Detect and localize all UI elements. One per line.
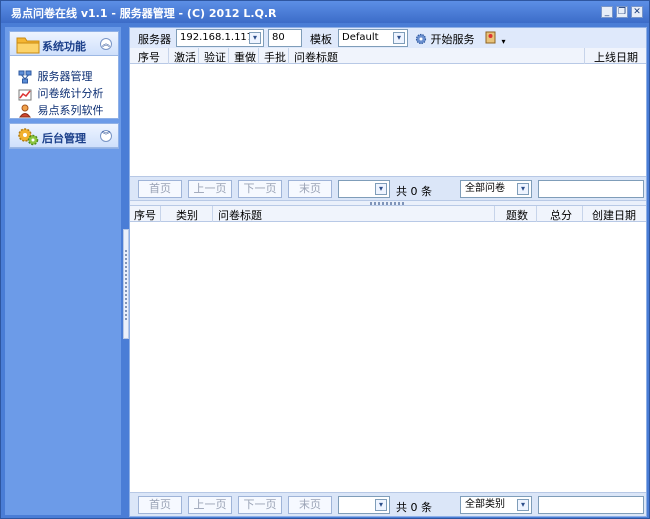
col-header[interactable]: 序号 xyxy=(138,49,160,65)
template-label: 模板 xyxy=(310,33,332,46)
col-header[interactable]: 题数 xyxy=(506,207,528,223)
menu-item-label: 问卷统计分析 xyxy=(37,87,104,100)
close-button[interactable]: ✕ xyxy=(631,6,643,18)
record-count: 共 0 条 xyxy=(396,185,432,198)
dropdown-arrow-icon: ▾ xyxy=(501,37,506,46)
toolbar: 服务器 192.168.1.117 ▾ 80 模板 Default ▾ 开始服务 xyxy=(130,28,646,48)
prev-page-button[interactable]: 上一页 xyxy=(188,496,232,514)
panel-title: 系统功能 xyxy=(42,40,86,53)
chevron-down-icon[interactable]: ▾ xyxy=(375,499,387,511)
filter-value: 全部类别 xyxy=(465,499,505,510)
start-service-button[interactable]: 开始服务 xyxy=(415,31,475,47)
panel-header-admin[interactable]: 后台管理 ︾ xyxy=(10,124,118,148)
server-ip-field[interactable]: 192.168.1.117 ▾ xyxy=(176,29,264,47)
menu-item-survey-analysis[interactable]: 问卷统计分析 xyxy=(18,85,104,101)
chevron-down-icon[interactable]: ▾ xyxy=(393,32,405,44)
col-header[interactable]: 上线日期 xyxy=(594,49,638,65)
page-select[interactable]: ▾ xyxy=(338,496,390,514)
prev-page-button[interactable]: 上一页 xyxy=(188,180,232,198)
template-value: Default xyxy=(342,32,379,43)
start-service-label: 开始服务 xyxy=(430,33,475,46)
upper-grid-header: 序号 激活 验证 重做 手批 问卷标题 上线日期 xyxy=(130,48,646,64)
chevron-up-icon[interactable]: ︽ xyxy=(100,38,112,50)
filter-value: 全部问卷 xyxy=(465,183,505,194)
next-page-button[interactable]: 下一页 xyxy=(238,496,282,514)
menu-item-label: 易点系列软件 xyxy=(37,104,104,117)
upper-grid-body[interactable] xyxy=(130,65,646,175)
col-header[interactable]: 激活 xyxy=(174,49,196,65)
menu-item-software-series[interactable]: 易点系列软件 xyxy=(18,102,104,118)
lower-grid-body[interactable] xyxy=(130,223,646,491)
folder-icon xyxy=(16,37,40,54)
last-page-button[interactable]: 末页 xyxy=(288,180,332,198)
minimize-button[interactable]: _ xyxy=(601,6,613,18)
survey-filter-select[interactable]: 全部问卷 ▾ xyxy=(460,180,532,198)
record-count: 共 0 条 xyxy=(396,501,432,514)
person-icon xyxy=(19,104,31,118)
col-header[interactable]: 类别 xyxy=(176,207,198,223)
main-content: 服务器 192.168.1.117 ▾ 80 模板 Default ▾ 开始服务 xyxy=(129,27,647,517)
user-menu-button[interactable]: ▾ xyxy=(484,30,506,47)
gears-icon xyxy=(18,128,39,146)
menu-item-label: 服务器管理 xyxy=(37,70,93,83)
chevron-down-icon[interactable]: ▾ xyxy=(517,183,529,195)
upper-pager: 首页 上一页 下一页 末页 ▾ 共 0 条 全部问卷 ▾ xyxy=(130,176,646,200)
sidebar: 系统功能 ︽ 服务器管理 问卷统计分析 易点系列软件 后台管理 ︾ xyxy=(5,27,121,515)
template-select[interactable]: Default ▾ xyxy=(338,29,408,47)
search-input[interactable] xyxy=(538,496,644,514)
window-title: 易点问卷在线 v1.1 - 服务器管理 - (C) 2012 L.Q.R xyxy=(11,7,277,20)
panel-title: 后台管理 xyxy=(42,132,86,145)
col-header[interactable]: 序号 xyxy=(134,207,156,223)
chevron-down-icon[interactable]: ▾ xyxy=(517,499,529,511)
col-header[interactable]: 验证 xyxy=(204,49,226,65)
server-label: 服务器 xyxy=(138,33,171,46)
first-page-button[interactable]: 首页 xyxy=(138,496,182,514)
port-value: 80 xyxy=(272,32,285,43)
next-page-button[interactable]: 下一页 xyxy=(238,180,282,198)
col-header[interactable]: 问卷标题 xyxy=(294,49,338,65)
page-select[interactable]: ▾ xyxy=(338,180,390,198)
col-header[interactable]: 重做 xyxy=(234,49,256,65)
server-network-icon xyxy=(18,70,32,84)
last-page-button[interactable]: 末页 xyxy=(288,496,332,514)
lower-grid-header: 序号 类别 问卷标题 题数 总分 创建日期 xyxy=(130,206,646,222)
col-header[interactable]: 问卷标题 xyxy=(218,207,262,223)
category-filter-select[interactable]: 全部类别 ▾ xyxy=(460,496,532,514)
panel-system-functions: 系统功能 ︽ 服务器管理 问卷统计分析 易点系列软件 xyxy=(9,31,119,119)
main-window: 易点问卷在线 v1.1 - 服务器管理 - (C) 2012 L.Q.R _ ❐… xyxy=(0,0,650,519)
panel-header-system-functions[interactable]: 系统功能 ︽ xyxy=(10,32,118,56)
lower-pager: 首页 上一页 下一页 末页 ▾ 共 0 条 全部类别 ▾ xyxy=(130,492,646,516)
port-field[interactable]: 80 xyxy=(268,29,302,47)
gear-icon xyxy=(415,33,427,45)
title-bar[interactable]: 易点问卷在线 v1.1 - 服务器管理 - (C) 2012 L.Q.R _ ❐… xyxy=(1,1,649,23)
col-header[interactable]: 创建日期 xyxy=(592,207,636,223)
chart-icon xyxy=(18,89,32,101)
panel-admin: 后台管理 ︾ xyxy=(9,123,119,149)
col-header[interactable]: 手批 xyxy=(264,49,286,65)
first-page-button[interactable]: 首页 xyxy=(138,180,182,198)
col-header[interactable]: 总分 xyxy=(550,207,572,223)
server-ip-value: 192.168.1.117 xyxy=(180,32,254,43)
restore-button[interactable]: ❐ xyxy=(616,6,628,18)
search-input[interactable] xyxy=(538,180,644,198)
user-menu-icon xyxy=(485,31,496,44)
chevron-down-icon[interactable]: ︾ xyxy=(100,130,112,142)
menu-item-server-management[interactable]: 服务器管理 xyxy=(18,68,93,84)
chevron-down-icon[interactable]: ▾ xyxy=(375,183,387,195)
ip-dropdown-icon[interactable]: ▾ xyxy=(249,32,261,44)
